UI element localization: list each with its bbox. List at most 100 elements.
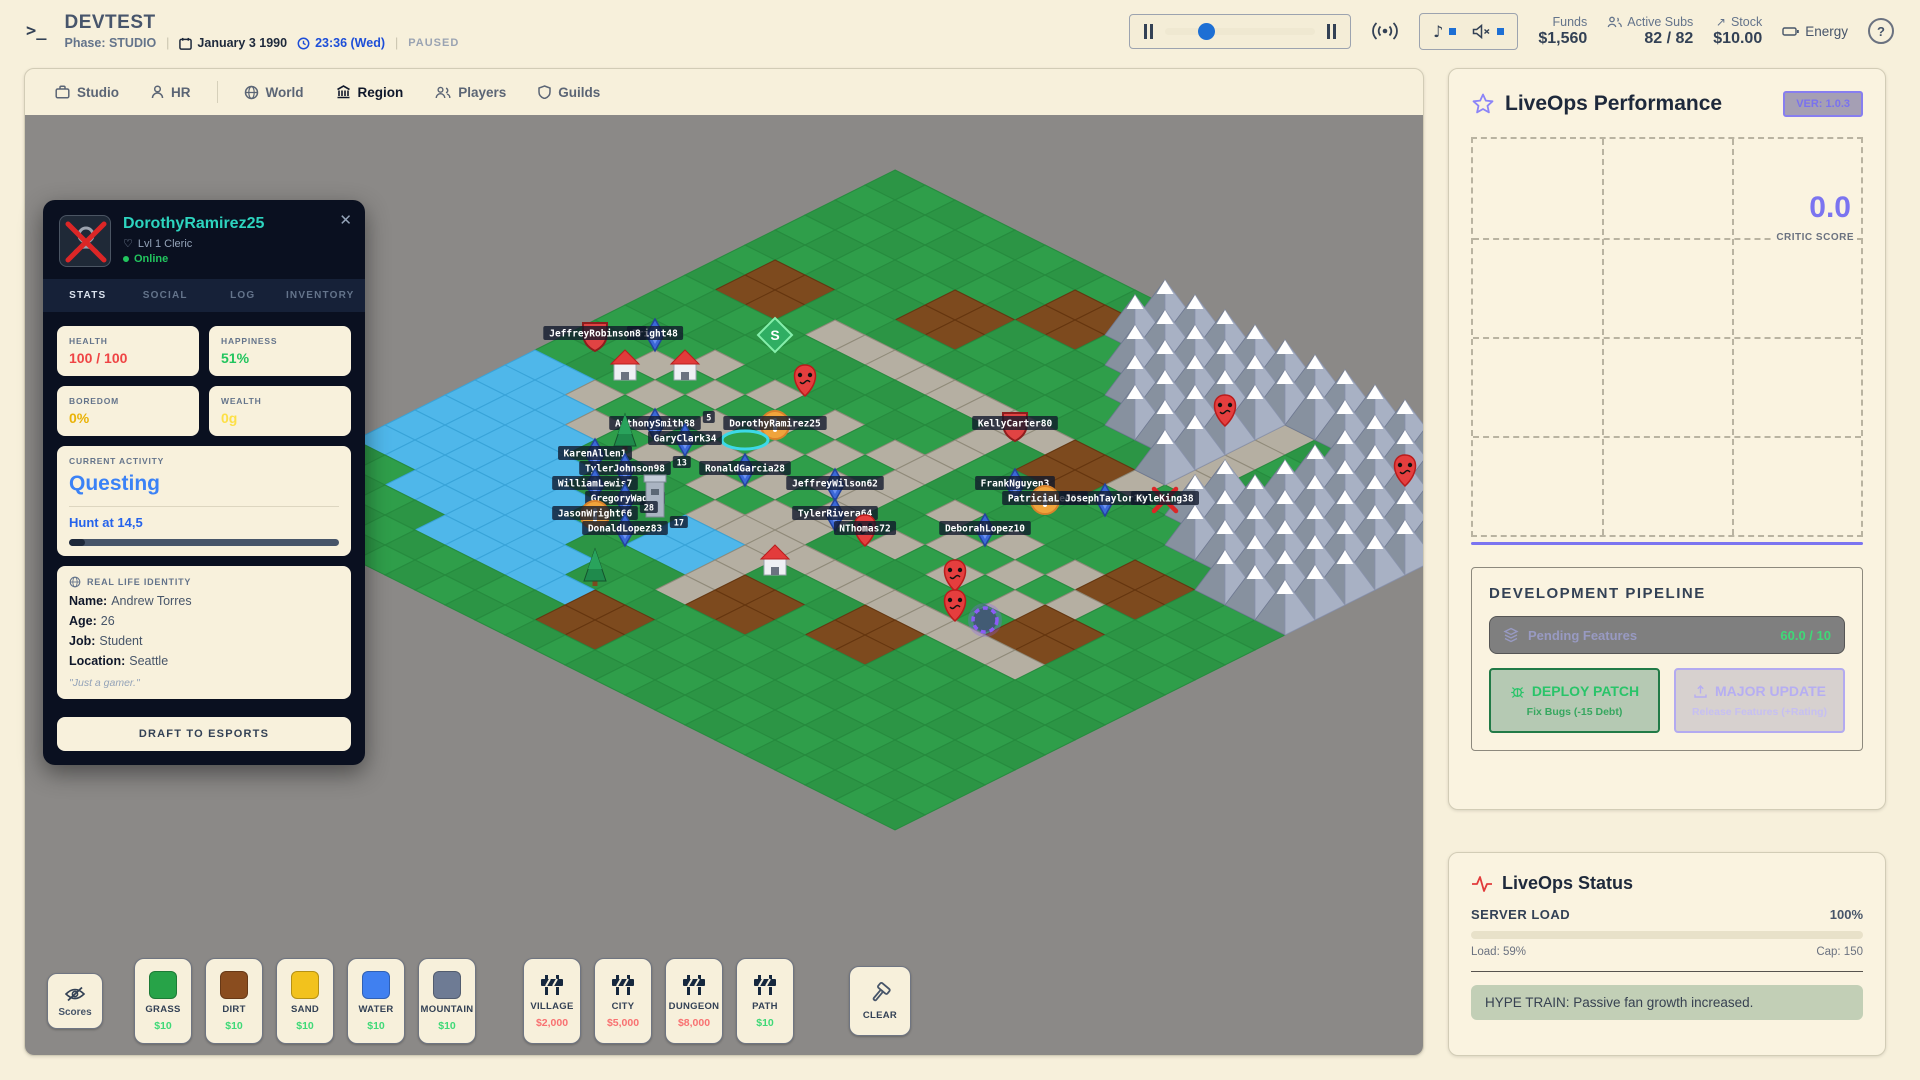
- barrier-icon: [539, 974, 565, 996]
- player-tab-stats[interactable]: STATS: [49, 290, 127, 301]
- tab-divider: [217, 81, 218, 103]
- player-detail-panel: DorothyRamirez25 ♡Lvl 1 Cleric Online ✕ …: [43, 200, 365, 765]
- building-tool-village[interactable]: VILLAGE$2,000: [523, 958, 581, 1044]
- version-badge[interactable]: VER: 1.0.3: [1783, 91, 1863, 117]
- deploy-patch-button[interactable]: DEPLOY PATCH Fix Bugs (-15 Debt): [1489, 668, 1660, 733]
- terrain-tool-dirt[interactable]: DIRT$10: [205, 958, 263, 1044]
- liveops-status-title: LiveOps Status: [1502, 873, 1633, 894]
- energy-display: Energy: [1782, 24, 1848, 39]
- map-label: NThomas72: [834, 521, 896, 535]
- cap-text: Cap: 150: [1816, 946, 1863, 958]
- person-icon: [151, 85, 164, 99]
- svg-text:JeffreyWilson62: JeffreyWilson62: [792, 479, 878, 490]
- close-icon[interactable]: ✕: [339, 211, 352, 229]
- speed-slider[interactable]: [1165, 28, 1315, 35]
- heart-icon: ♡: [123, 237, 133, 250]
- barrier-icon: [681, 974, 707, 996]
- mute-toggle[interactable]: [1472, 24, 1504, 39]
- player-stats-grid: HEALTH100 / 100HAPPINESS51%BOREDOM0%WEAL…: [43, 312, 365, 713]
- divider: |: [166, 36, 169, 50]
- identity-row: Age:26: [69, 614, 339, 628]
- pause-icon[interactable]: [1327, 24, 1336, 39]
- stat-card-boredom: BOREDOM0%: [57, 386, 199, 436]
- svg-text:13: 13: [677, 459, 687, 469]
- trend-icon: ↗: [1716, 15, 1726, 29]
- identity-quote: "Just a gamer.": [69, 677, 339, 689]
- music-note-icon: ♪: [1433, 22, 1443, 41]
- broadcast-icon[interactable]: [1371, 20, 1399, 42]
- activity-value: Questing: [69, 472, 339, 496]
- online-dot: [123, 256, 129, 262]
- player-tab-log[interactable]: LOG: [204, 290, 282, 301]
- svg-text:GaryClark34: GaryClark34: [654, 434, 717, 445]
- stock-value: $10.00: [1713, 30, 1762, 48]
- sfx-indicator: [1497, 28, 1504, 35]
- player-tab-social[interactable]: SOCIAL: [127, 290, 205, 301]
- liveops-performance-card: LiveOps Performance VER: 1.0.3 0.0 CRITI…: [1448, 68, 1886, 810]
- clear-tool-button[interactable]: CLEAR: [849, 966, 911, 1036]
- building-tool-city[interactable]: CITY$5,000: [594, 958, 652, 1044]
- shield-icon: [538, 85, 551, 99]
- speed-control[interactable]: [1129, 14, 1351, 49]
- load-text: Load: 59%: [1471, 946, 1526, 958]
- paused-badge: PAUSED: [408, 37, 459, 49]
- svg-text:JeffreyRobinson8: JeffreyRobinson8: [549, 329, 641, 340]
- tab-players[interactable]: Players: [423, 79, 518, 106]
- svg-text:WilliamLewis7: WilliamLewis7: [558, 479, 632, 490]
- map-entity-target[interactable]: [968, 603, 1002, 637]
- funds-value: $1,560: [1538, 30, 1587, 48]
- map-label: DeborahLopez10: [939, 521, 1031, 535]
- terrain-tool-water[interactable]: WATER$10: [347, 958, 405, 1044]
- player-tab-inventory[interactable]: INVENTORY: [282, 290, 360, 301]
- terrain-tool-mountain[interactable]: MOUNTAIN$10: [418, 958, 476, 1044]
- liveops-status-card: LiveOps Status SERVER LOAD 100% Load: 59…: [1448, 852, 1886, 1056]
- terrain-tool-sand[interactable]: SAND$10: [276, 958, 334, 1044]
- tab-hr[interactable]: HR: [139, 79, 203, 106]
- tab-world[interactable]: World: [232, 79, 316, 106]
- help-button[interactable]: ?: [1868, 18, 1894, 44]
- player-class: ♡Lvl 1 Cleric: [123, 237, 264, 250]
- tab-guilds[interactable]: Guilds: [526, 79, 612, 106]
- speed-slider-knob[interactable]: [1198, 23, 1215, 40]
- top-bar: >_ DEVTEST Phase: STUDIO | January 3 199…: [0, 0, 1920, 62]
- draft-to-esports-button[interactable]: DRAFT TO ESPORTS: [57, 717, 351, 751]
- stock-display: ↗Stock $10.00: [1713, 15, 1762, 48]
- critic-score-value: 0.0: [1809, 191, 1851, 225]
- server-load-value: 100%: [1830, 907, 1863, 922]
- identity-row: Job:Student: [69, 634, 339, 648]
- star-icon: [1471, 92, 1495, 116]
- sand-swatch: [291, 971, 319, 999]
- identity-row: Name:Andrew Torres: [69, 594, 339, 608]
- people-icon: [435, 86, 451, 99]
- building-tool-path[interactable]: PATH$10: [736, 958, 794, 1044]
- liveops-performance-title: LiveOps Performance: [1505, 92, 1722, 116]
- map-label: KyleKing38: [1131, 491, 1199, 505]
- tab-studio[interactable]: Studio: [43, 79, 131, 106]
- pending-features-label: Pending Features: [1528, 628, 1637, 643]
- clock-icon: [297, 37, 310, 50]
- map-label: JeffreyWilson62: [786, 476, 884, 490]
- hammer-icon: [868, 981, 892, 1005]
- critic-score-chart: 0.0 CRITIC SCORE: [1471, 137, 1863, 537]
- svg-text:DonaldLopez83: DonaldLopez83: [588, 524, 663, 535]
- svg-text:S: S: [770, 327, 779, 343]
- sound-controls: ♪: [1419, 13, 1518, 50]
- svg-text:28: 28: [644, 504, 654, 514]
- building-tool-dungeon[interactable]: DUNGEON$8,000: [665, 958, 723, 1044]
- music-toggle[interactable]: ♪: [1433, 22, 1456, 41]
- game-title: DEVTEST: [64, 12, 459, 34]
- water-swatch: [362, 971, 390, 999]
- barrier-icon: [752, 974, 778, 996]
- server-load-label: SERVER LOAD: [1471, 907, 1570, 922]
- pause-icon[interactable]: [1144, 24, 1153, 39]
- build-toolbar: Scores GRASS$10DIRT$10SAND$10WATER$10MOU…: [25, 945, 1423, 1056]
- map-label: KellyCarter80: [972, 416, 1058, 430]
- tab-region[interactable]: Region: [324, 79, 416, 106]
- svg-text:17: 17: [674, 519, 684, 529]
- terrain-tool-grass[interactable]: GRASS$10: [134, 958, 192, 1044]
- scores-toggle-button[interactable]: Scores: [47, 973, 103, 1029]
- stat-card-wealth: WEALTH0g: [209, 386, 351, 436]
- major-update-button[interactable]: MAJOR UPDATE Release Features (+Rating): [1674, 668, 1845, 733]
- people-icon: [1607, 16, 1622, 28]
- identity-row: Location:Seattle: [69, 654, 339, 668]
